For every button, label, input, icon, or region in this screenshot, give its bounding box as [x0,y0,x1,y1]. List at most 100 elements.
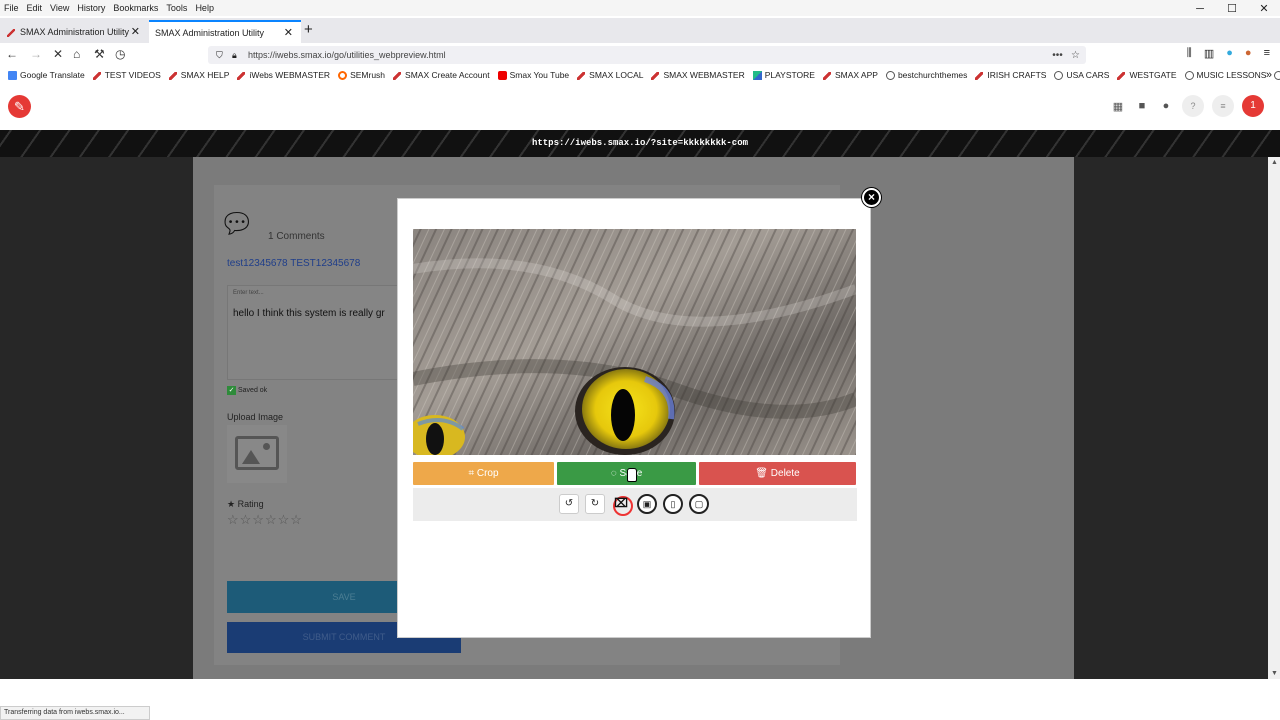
landscape-icon[interactable]: ▣ [637,494,657,514]
bookmark-item[interactable]: Smax You Tube [497,70,569,80]
url-text[interactable]: https://iwebs.smax.io/go/utilities_webpr… [248,50,446,60]
image-tools: ↺ ↻ ⌧ ▣ ▯ ▢ [559,494,709,516]
back-icon[interactable]: ← [6,47,18,61]
more-bookmarks-icon[interactable]: » [1266,69,1272,81]
bookmark-item[interactable]: SMAX LOCAL [577,70,643,80]
bookmark-label: SMAX APP [834,70,878,80]
history-icon[interactable]: ◷ [115,47,125,61]
bookmark-label: SMAX WEBMASTER [663,70,745,80]
remove-crop-icon[interactable]: ⌧ [611,494,633,516]
bookmark-item[interactable]: SMAX Create Account [393,70,490,80]
sem-bookmark-icon [338,70,348,80]
nav-bar: ← → ✕ ⌂ ⚒ ◷ ⛉ 🔒︎ https://iwebs.smax.io/g… [0,43,1280,67]
menu-help[interactable]: Help [195,3,214,13]
bookmark-item[interactable]: bestchurchthemes [885,70,967,80]
crop-button[interactable]: ⌗ Crop [413,462,554,485]
tab-1[interactable]: SMAX Administration Utility ✕ [0,20,148,43]
scroll-up-icon[interactable]: ▲ [1271,159,1278,166]
notification-badge[interactable]: 1 [1242,95,1264,117]
help-button[interactable]: ? [1182,95,1204,117]
bookmark-label: SMAX Create Account [405,70,490,80]
bookmark-item[interactable]: PLAYSTORE [752,70,815,80]
pencil-icon[interactable]: ✎ [8,95,31,118]
image-tools-row: ↺ ↻ ⌧ ▣ ▯ ▢ [413,488,857,521]
menu-bookmarks[interactable]: Bookmarks [113,3,158,13]
comment-input-value[interactable]: hello I think this system is really gr [233,308,385,319]
bookmark-label: PLAYSTORE [764,70,815,80]
globe-bookmark-icon [1274,70,1280,80]
bookmark-item[interactable]: Google Translate [8,70,85,80]
image-editor-modal: ⌗ Crop ◌ Save 🗑︎ Delete ↺ ↻ ⌧ ▣ ▯ ▢ [397,198,871,638]
menu-tools[interactable]: Tools [166,3,187,13]
bookmark-item[interactable]: TEST VIDEOS [92,70,161,80]
sidebar-icon[interactable]: ▥ [1204,47,1214,60]
menu-file[interactable]: File [4,3,19,13]
lock-icon[interactable]: 🔒︎ [232,50,237,61]
ps-bookmark-icon [752,70,762,80]
close-window-icon[interactable]: ✕ [1248,0,1280,18]
header-actions: ▦ ■ ● ? ≡ 1 [1110,95,1264,117]
forward-icon[interactable]: → [30,47,42,61]
menu-history[interactable]: History [77,3,105,13]
bookmark-label: SEMrush [350,70,386,80]
menu-bar: File Edit View History Bookmarks Tools H… [0,0,1280,16]
rotate-left-icon[interactable]: ↺ [559,494,579,514]
home-icon[interactable]: ⌂ [73,47,80,61]
menu-icon[interactable]: ≡ [1264,47,1270,60]
bookmark-label: USA CARS [1066,70,1110,80]
portrait-icon[interactable]: ▯ [663,494,683,514]
bookmark-item[interactable]: SMAX APP [822,70,878,80]
cat-eye-image [413,229,856,455]
delete-image-button[interactable]: 🗑︎ Delete [699,462,856,485]
extension-icon[interactable]: ● [1245,47,1252,60]
bookmark-item[interactable]: MUSIC LESSONS [1184,70,1266,80]
menu-view[interactable]: View [50,3,69,13]
note-icon[interactable]: ■ [1134,100,1150,112]
preview-scrollbar[interactable]: ▲ ▼ [1268,157,1280,679]
close-modal-icon[interactable]: × [862,188,881,207]
fit-square-icon[interactable]: ▢ [689,494,709,514]
new-tab-icon[interactable]: + [304,21,313,38]
bookmark-label: iWebs WEBMASTER [249,70,331,80]
tab-2-active[interactable]: SMAX Administration Utility ✕ [149,20,301,43]
maximize-icon[interactable]: ☐ [1216,0,1248,18]
red-bookmark-icon [1117,71,1126,80]
red-bookmark-icon [393,71,402,80]
yt-bookmark-icon [497,70,507,80]
bookmark-item[interactable]: SMAX HELP [168,70,230,80]
chat-icon[interactable]: ● [1158,100,1174,112]
window-controls: ─ ☐ ✕ [1184,0,1280,18]
close-tab-icon[interactable]: ✕ [131,25,140,38]
comment-author[interactable]: test12345678 TEST12345678 [227,258,360,269]
bookmark-item[interactable]: SMAX WEBMASTER [651,70,745,80]
globe-bookmark-icon [885,70,895,80]
color-icon[interactable]: ● [1226,47,1233,60]
bookmark-label: SMAX LOCAL [589,70,644,80]
minimize-icon[interactable]: ─ [1184,0,1216,18]
bookmark-item[interactable]: iWebs WEBMASTER [237,70,330,80]
library-icon[interactable]: ⫼ [1187,47,1192,60]
menu-edit[interactable]: Edit [27,3,43,13]
page-actions[interactable]: ••• ☆ [1052,50,1080,61]
bookmark-item[interactable]: IRISH CRAFTS [975,70,1046,80]
scroll-down-icon[interactable]: ▼ [1271,670,1278,677]
bookmark-item[interactable]: USA CARS [1054,70,1109,80]
address-bar[interactable]: ⛉ 🔒︎ https://iwebs.smax.io/go/utilities_… [208,46,1086,64]
bookmark-item[interactable]: WESTGATE [1117,70,1177,80]
bookmark-item[interactable]: HIRE-A-TOOL [1274,70,1280,80]
shield-icon[interactable]: ⛉ [216,50,223,61]
red-bookmark-icon [92,71,102,80]
bookmark-label: SMAX HELP [180,70,230,80]
red-bookmark-icon [975,71,984,80]
calendar-icon[interactable]: ▦ [1110,100,1126,113]
close-tab-icon[interactable]: ✕ [284,26,293,39]
comments-icon: 💬︎ [219,208,255,239]
upload-image-button[interactable] [227,425,287,483]
wrench-icon[interactable]: ⚒ [94,47,105,61]
bookmark-item[interactable]: SEMrush [338,70,385,80]
comments-count: 1 Comments [268,231,325,242]
rating-stars[interactable]: ☆☆☆☆☆☆ [227,512,303,528]
list-icon[interactable]: ≡ [1212,95,1234,117]
rotate-right-icon[interactable]: ↻ [585,494,605,514]
stop-icon[interactable]: ✕ [53,47,63,61]
